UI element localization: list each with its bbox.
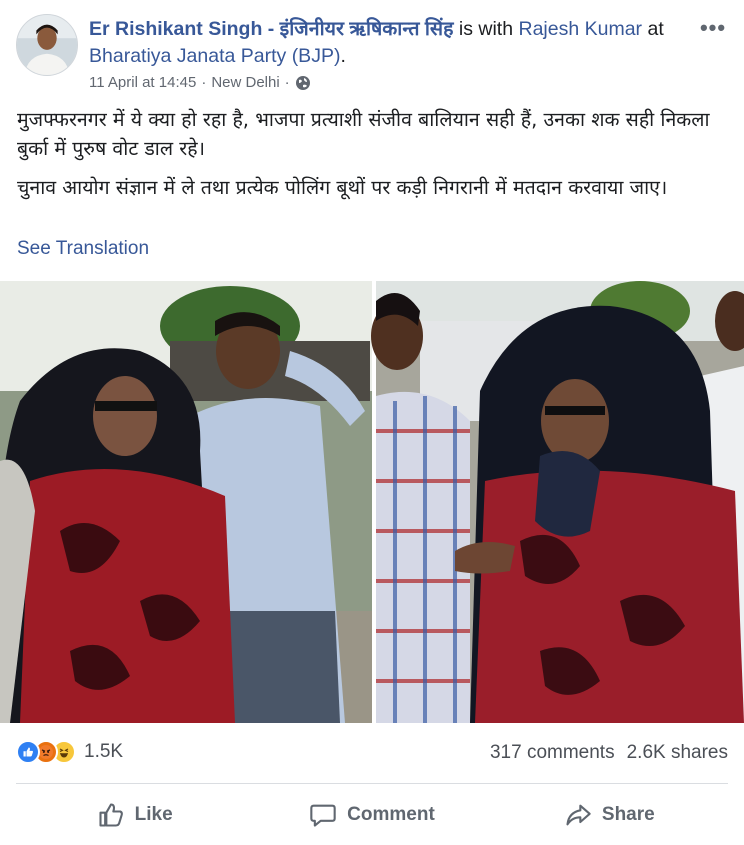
header-period: . [340, 45, 346, 67]
engagement-counts: 317 comments 2.6K shares [490, 742, 728, 764]
comment-icon [310, 804, 336, 827]
tagged-person[interactable]: Rajesh Kumar [519, 18, 643, 40]
post-body: मुजफ्फरनगर में ये क्या हो रहा है, भाजपा … [17, 105, 727, 212]
post-header: Er Rishikant Singh - इंजिनीयर ऋषिकान्त स… [16, 14, 728, 94]
globe-icon[interactable] [295, 75, 311, 91]
share-arrow-icon [566, 804, 591, 826]
shares-count[interactable]: 2.6K shares [627, 742, 728, 764]
post-location[interactable]: New Delhi [211, 74, 279, 91]
actions-divider [16, 783, 728, 784]
comments-count[interactable]: 317 comments [490, 742, 615, 764]
post-paragraph-1: मुजफ्फरनगर में ये क्या हो रहा है, भाजपा … [17, 108, 710, 160]
post-meta: 11 April at 14:45 · New Delhi · [89, 74, 311, 91]
comment-label: Comment [347, 804, 435, 825]
meta-separator: · [201, 74, 207, 91]
share-button[interactable]: Share [491, 793, 728, 837]
reaction-count[interactable]: 1.5K [84, 741, 123, 763]
avatar-image [17, 15, 77, 75]
see-translation-link[interactable]: See Translation [17, 238, 149, 260]
post-stats: 1.5K 317 comments 2.6K shares [16, 740, 728, 768]
like-icon [16, 740, 40, 764]
more-options-icon[interactable]: ••• [698, 17, 728, 40]
author-avatar[interactable] [16, 14, 78, 76]
tagged-place[interactable]: Bharatiya Janata Party (BJP) [89, 45, 340, 67]
post-paragraph-2: चुनाव आयोग संज्ञान में ले तथा प्रत्येक प… [17, 176, 668, 199]
post-actions: Like Comment Share [16, 793, 728, 837]
at-text: at [647, 18, 664, 40]
thumbs-up-icon [99, 803, 123, 827]
photo-left [0, 281, 372, 723]
facebook-post: Er Rishikant Singh - इंजिनीयर ऋषिकान्त स… [0, 0, 744, 845]
post-photo[interactable] [0, 281, 744, 723]
meta-separator-2: · [284, 74, 290, 91]
with-text: is with [458, 18, 514, 40]
like-label: Like [134, 804, 173, 825]
post-header-text: Er Rishikant Singh - इंजिनीयर ऋषिकान्त स… [89, 16, 689, 70]
comment-button[interactable]: Comment [253, 793, 490, 837]
post-timestamp[interactable]: 11 April at 14:45 [89, 74, 196, 91]
photo-right [371, 281, 744, 723]
photo-collage [0, 281, 744, 723]
reactions-summary[interactable]: 1.5K [16, 740, 123, 764]
like-button[interactable]: Like [16, 793, 253, 837]
share-label: Share [601, 804, 655, 825]
author-name[interactable]: Er Rishikant Singh - इंजिनीयर ऋषिकान्त स… [89, 18, 453, 40]
